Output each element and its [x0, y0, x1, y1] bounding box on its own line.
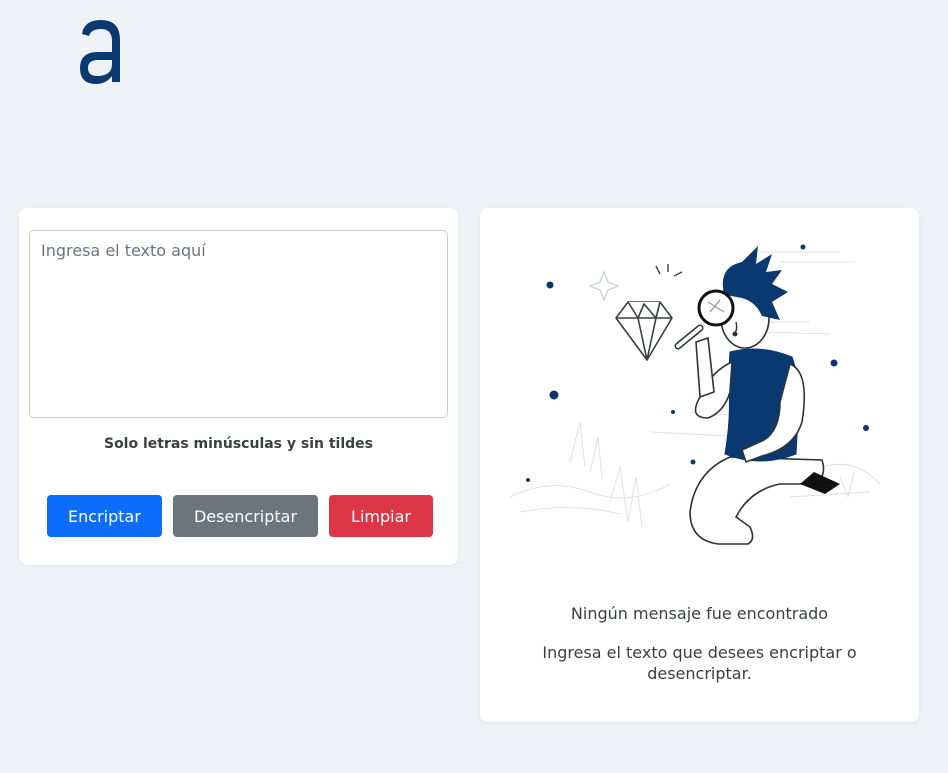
output-empty-subtitle: Ingresa el texto que desees encriptar o … [542, 643, 857, 683]
output-empty-title: Ningún mensaje fue encontrado [570, 604, 829, 623]
encoder-panel: Solo letras minúsculas y sin tildes Encr… [19, 208, 458, 565]
output-panel: Ningún mensaje fue encontrado Ingresa el… [480, 208, 919, 722]
clear-button[interactable]: Limpiar [329, 495, 433, 537]
text-input[interactable] [29, 230, 448, 418]
brand-logo-icon [80, 20, 120, 84]
decrypt-button[interactable]: Desencriptar [173, 495, 318, 537]
input-hint: Solo letras minúsculas y sin tildes [103, 436, 374, 452]
person-magnifying-glass-illustration [510, 244, 881, 545]
encrypt-button[interactable]: Encriptar [47, 495, 162, 537]
